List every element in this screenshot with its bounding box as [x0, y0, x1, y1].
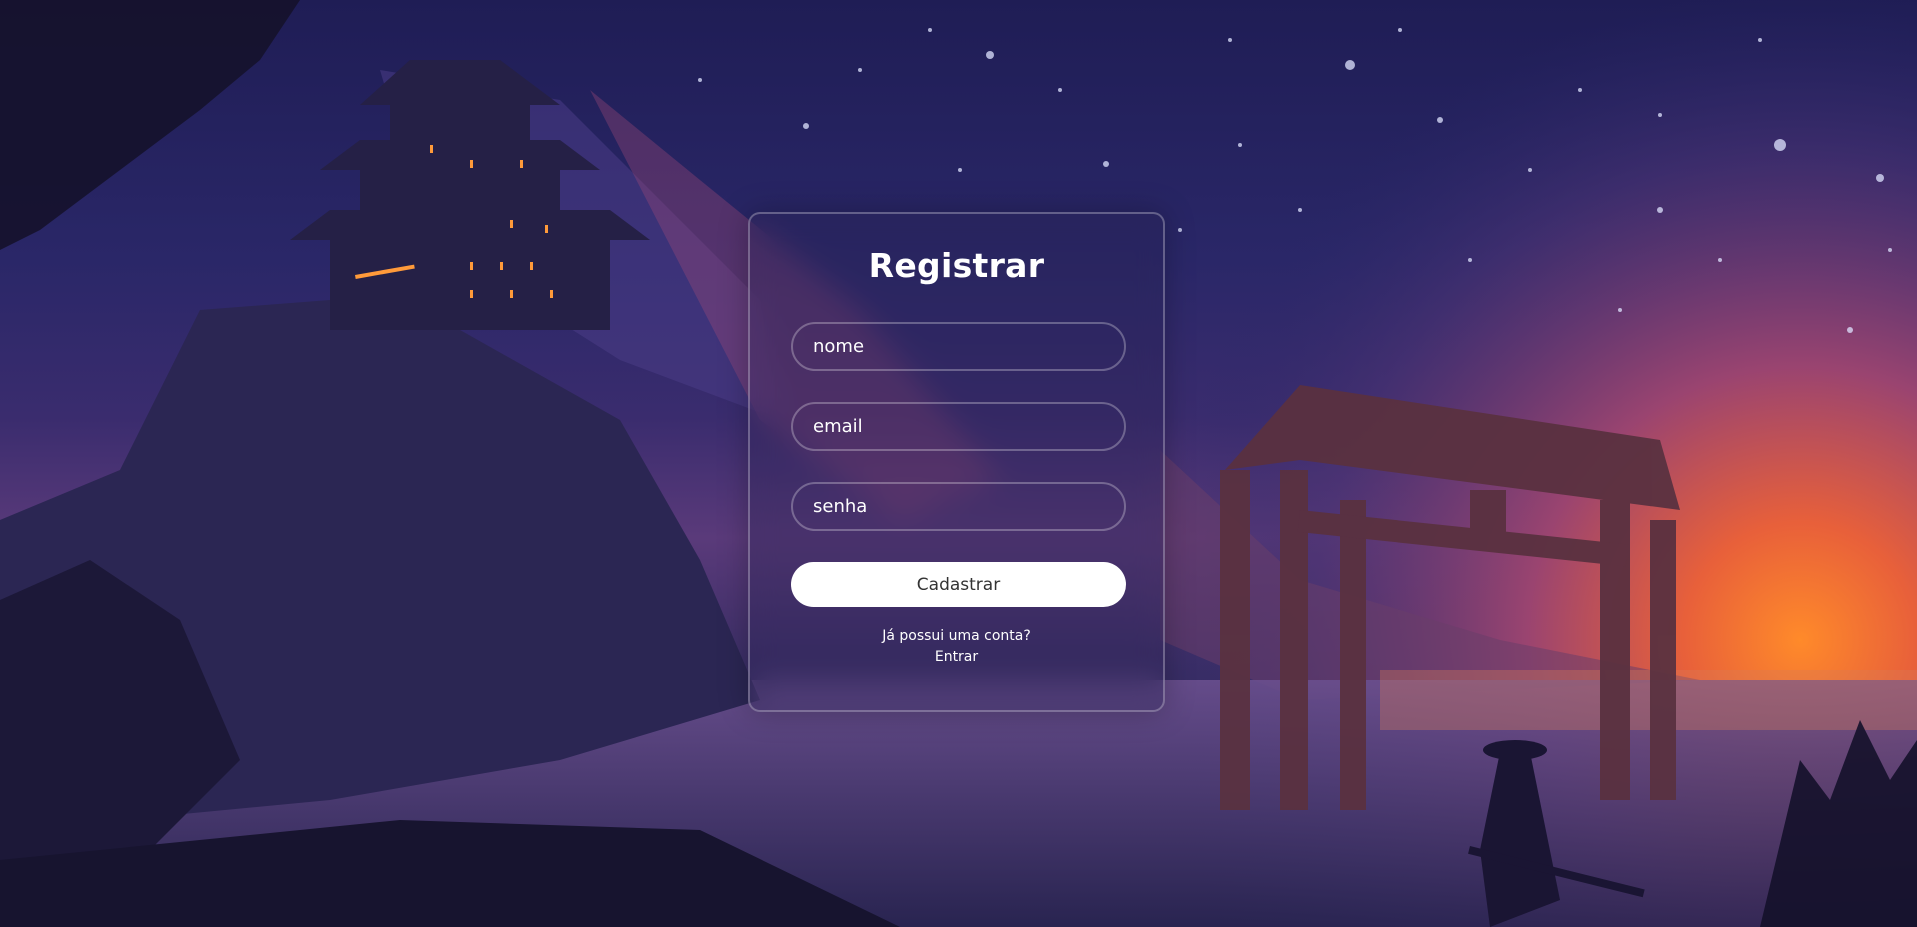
page-title: Registrar [868, 246, 1045, 285]
login-prompt-text: Já possui uma conta? [882, 628, 1031, 644]
login-link[interactable]: Entrar [750, 647, 1163, 668]
login-prompt: Já possui uma conta? Entrar [750, 626, 1163, 668]
register-button[interactable]: Cadastrar [791, 562, 1126, 607]
name-input[interactable] [791, 322, 1126, 371]
email-input[interactable] [791, 402, 1126, 451]
password-input[interactable] [791, 482, 1126, 531]
register-card: Registrar Cadastrar Já possui uma conta?… [748, 212, 1165, 712]
